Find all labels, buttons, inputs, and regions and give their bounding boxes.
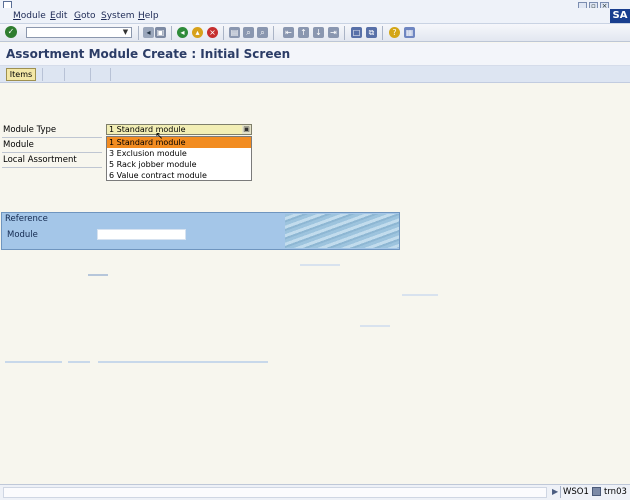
- command-dropdown-icon[interactable]: ▼: [121, 28, 130, 37]
- local-assortment-label: Local Assortment: [3, 155, 77, 165]
- mouse-cursor-icon: ↖: [155, 131, 164, 142]
- status-message: [3, 487, 547, 498]
- page-title: Assortment Module Create : Initial Scree…: [6, 47, 291, 61]
- render-artifact: [88, 274, 108, 276]
- toolbar-separator: [273, 26, 274, 40]
- toolbar-separator: [344, 26, 345, 40]
- reference-module-label: Module: [7, 230, 38, 240]
- command-field[interactable]: [26, 27, 132, 38]
- shortcut-icon[interactable]: ⧉: [366, 27, 377, 38]
- system-id: WSO1: [563, 487, 589, 497]
- render-artifact: [68, 361, 90, 363]
- module-type-label: Module Type: [3, 125, 57, 135]
- dropdown-arrow-icon[interactable]: ▣: [242, 125, 251, 134]
- field-underline: [2, 152, 102, 153]
- menu-goto[interactable]: Goto: [74, 11, 96, 21]
- green-back-icon[interactable]: ◂: [177, 27, 188, 38]
- render-artifact: [402, 294, 438, 296]
- server-name: trn03: [604, 487, 627, 497]
- toolbar-separator: [223, 26, 224, 40]
- last-page-icon[interactable]: ⇥: [328, 27, 339, 38]
- render-artifact: [300, 264, 340, 266]
- render-artifact: [98, 361, 268, 363]
- find-icon[interactable]: ⌕: [243, 27, 254, 38]
- menu-help[interactable]: Help: [138, 11, 159, 21]
- save-icon[interactable]: ▣: [155, 27, 166, 38]
- find-next-icon[interactable]: ⌕: [257, 27, 268, 38]
- dropdown-option-standard[interactable]: 1 Standard module: [107, 137, 251, 148]
- module-label: Module: [3, 140, 34, 150]
- layout-icon[interactable]: ▦: [404, 27, 415, 38]
- status-separator: [560, 486, 561, 498]
- toolbar-separator: [138, 26, 139, 40]
- back-arrow-icon[interactable]: ◂: [143, 27, 154, 38]
- render-artifact: [360, 325, 390, 327]
- field-underline: [2, 137, 102, 138]
- dropdown-option-value-contract[interactable]: 6 Value contract module: [107, 170, 251, 181]
- first-page-icon[interactable]: ⇤: [283, 27, 294, 38]
- sap-logo: SA: [610, 9, 630, 23]
- items-button[interactable]: Items: [6, 68, 36, 81]
- previous-page-icon[interactable]: ↑: [298, 27, 309, 38]
- render-artifact: [5, 361, 62, 363]
- next-page-icon[interactable]: ↓: [313, 27, 324, 38]
- toolbar-separator: [42, 68, 43, 81]
- menu-edit[interactable]: Edit: [50, 11, 67, 21]
- toolbar-separator: [90, 68, 91, 81]
- module-type-dropdown-list: 1 Standard module 3 Exclusion module 5 R…: [106, 136, 252, 181]
- field-underline: [2, 167, 102, 168]
- reference-title: Reference: [5, 214, 48, 224]
- command-input[interactable]: [27, 28, 119, 37]
- enter-icon[interactable]: ✓: [5, 26, 17, 38]
- cancel-icon[interactable]: ×: [207, 27, 218, 38]
- print-icon[interactable]: ▤: [229, 27, 240, 38]
- toolbar-separator: [64, 68, 65, 81]
- compression-artifact: [285, 214, 399, 248]
- toolbar-separator: [382, 26, 383, 40]
- dropdown-option-rack-jobber[interactable]: 5 Rack jobber module: [107, 159, 251, 170]
- help-icon[interactable]: ?: [389, 27, 400, 38]
- status-info-icon[interactable]: [592, 487, 601, 496]
- status-expand-icon[interactable]: ▶: [552, 487, 558, 496]
- exit-icon[interactable]: ▴: [192, 27, 203, 38]
- application-toolbar: [0, 66, 630, 83]
- module-type-select[interactable]: 1 Standard module: [106, 124, 252, 135]
- menu-module[interactable]: Module: [13, 11, 46, 21]
- toolbar-separator: [171, 26, 172, 40]
- toolbar-separator: [110, 68, 111, 81]
- reference-module-input[interactable]: [97, 229, 186, 240]
- create-session-icon[interactable]: □: [351, 27, 362, 38]
- menu-system[interactable]: System: [101, 11, 135, 21]
- dropdown-option-exclusion[interactable]: 3 Exclusion module: [107, 148, 251, 159]
